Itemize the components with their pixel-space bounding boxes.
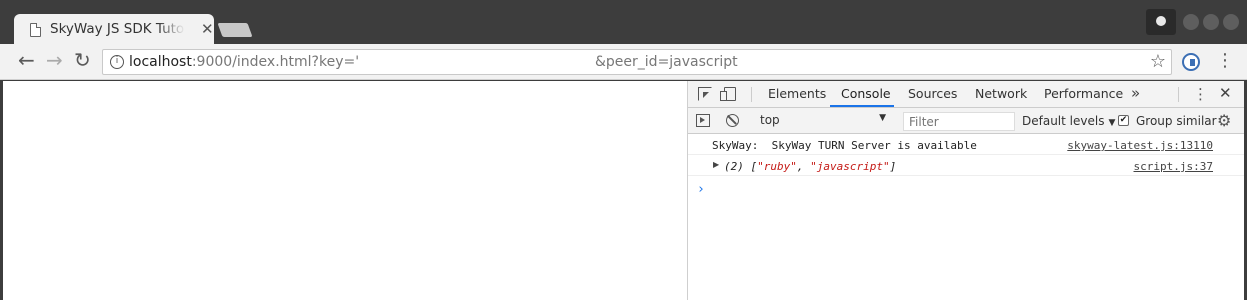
info-icon[interactable]: i bbox=[110, 55, 124, 69]
array-separator: , bbox=[796, 160, 811, 173]
log-levels-dropdown[interactable]: Default levels ▼ bbox=[1022, 114, 1115, 128]
filter-input[interactable] bbox=[903, 112, 1015, 131]
tab-network[interactable]: Network bbox=[975, 86, 1027, 101]
log-levels-label: Default levels bbox=[1022, 114, 1105, 128]
gear-icon[interactable]: ⚙ bbox=[1217, 111, 1231, 130]
devtools-menu-icon[interactable]: ⋮ bbox=[1193, 85, 1208, 103]
url-query-tail: &peer_id=javascript bbox=[595, 54, 738, 70]
toolbar-separator bbox=[751, 87, 752, 102]
chevron-down-icon: ▼ bbox=[879, 113, 886, 123]
devtools-panel: Elements Console Sources Network Perform… bbox=[688, 81, 1244, 300]
tab-close-icon[interactable]: ✕ bbox=[201, 20, 214, 38]
bookmark-star-icon[interactable]: ☆ bbox=[1150, 51, 1166, 72]
clear-console-icon[interactable] bbox=[726, 114, 739, 127]
console-message: ▶ (2) ["ruby", "javascript"] script.js:3… bbox=[688, 155, 1244, 176]
console-sidebar-icon[interactable] bbox=[696, 114, 710, 127]
devtools-tab-bar: Elements Console Sources Network Perform… bbox=[688, 81, 1244, 108]
message-source-link[interactable]: skyway-latest.js:13110 bbox=[1067, 139, 1213, 152]
browser-toolbar: ← → ↻ i localhost:9000/index.html?key=' … bbox=[0, 44, 1247, 80]
group-similar-checkbox[interactable]: ✔ bbox=[1118, 115, 1129, 126]
console-prompt[interactable]: › bbox=[697, 182, 705, 197]
browser-menu-icon[interactable]: ⋮ bbox=[1216, 51, 1234, 71]
browser-window: SkyWay JS SDK Tutorial ✕ ← → ↻ i localho… bbox=[0, 0, 1247, 300]
address-bar[interactable]: i localhost:9000/index.html?key=' &peer_… bbox=[102, 49, 1172, 75]
context-selector[interactable]: top ▼ bbox=[754, 112, 890, 130]
page-content bbox=[3, 81, 687, 300]
tab-performance[interactable]: Performance bbox=[1044, 86, 1123, 101]
device-toolbar-icon[interactable] bbox=[720, 87, 736, 101]
url-text: localhost:9000/index.html?key=' bbox=[129, 54, 359, 70]
profile-button[interactable] bbox=[1146, 9, 1176, 35]
browser-tab[interactable]: SkyWay JS SDK Tutorial ✕ bbox=[14, 14, 214, 45]
tab-sources[interactable]: Sources bbox=[908, 86, 957, 101]
devtools-close-icon[interactable]: ✕ bbox=[1219, 84, 1232, 102]
context-label: top bbox=[760, 113, 780, 127]
more-tabs-icon[interactable]: » bbox=[1131, 84, 1140, 102]
console-toolbar: top ▼ Default levels▼ ✔ Group similar ⚙ bbox=[688, 108, 1244, 134]
tab-title: SkyWay JS SDK Tutorial bbox=[50, 21, 185, 37]
url-path: :9000/index.html?key=' bbox=[191, 54, 360, 70]
tab-strip: SkyWay JS SDK Tutorial ✕ bbox=[0, 0, 1247, 45]
url-host: localhost bbox=[129, 54, 192, 70]
extension-icon[interactable] bbox=[1182, 53, 1200, 71]
tab-console[interactable]: Console bbox=[841, 86, 891, 101]
inspect-element-icon[interactable] bbox=[698, 87, 712, 101]
forward-button[interactable]: → bbox=[46, 50, 63, 70]
reload-button[interactable]: ↻ bbox=[74, 50, 91, 70]
expand-triangle-icon[interactable]: ▶ bbox=[713, 160, 719, 169]
array-prefix: (2) [ bbox=[724, 160, 758, 173]
group-similar-label: Group similar bbox=[1136, 114, 1217, 128]
profile-icon bbox=[1156, 16, 1166, 26]
array-suffix: ] bbox=[889, 160, 897, 173]
message-array[interactable]: (2) ["ruby", "javascript"] bbox=[724, 160, 896, 173]
array-string: "ruby" bbox=[757, 160, 797, 173]
message-source-link[interactable]: script.js:37 bbox=[1134, 160, 1213, 173]
new-tab-button[interactable] bbox=[217, 23, 253, 37]
active-tab-indicator bbox=[830, 105, 894, 107]
toolbar-separator bbox=[1178, 87, 1179, 102]
array-string: "javascript" bbox=[810, 160, 890, 173]
chevron-down-icon: ▼ bbox=[1108, 118, 1116, 128]
tab-elements[interactable]: Elements bbox=[768, 86, 826, 101]
console-output: SkyWay: SkyWay TURN Server is available … bbox=[688, 134, 1244, 300]
close-window-button[interactable] bbox=[1223, 14, 1239, 30]
maximize-button[interactable] bbox=[1203, 14, 1219, 30]
console-message: SkyWay: SkyWay TURN Server is available … bbox=[688, 134, 1244, 155]
minimize-button[interactable] bbox=[1183, 14, 1199, 30]
back-button[interactable]: ← bbox=[18, 50, 35, 70]
page-icon bbox=[30, 23, 41, 37]
message-text: SkyWay: SkyWay TURN Server is available bbox=[712, 139, 977, 152]
